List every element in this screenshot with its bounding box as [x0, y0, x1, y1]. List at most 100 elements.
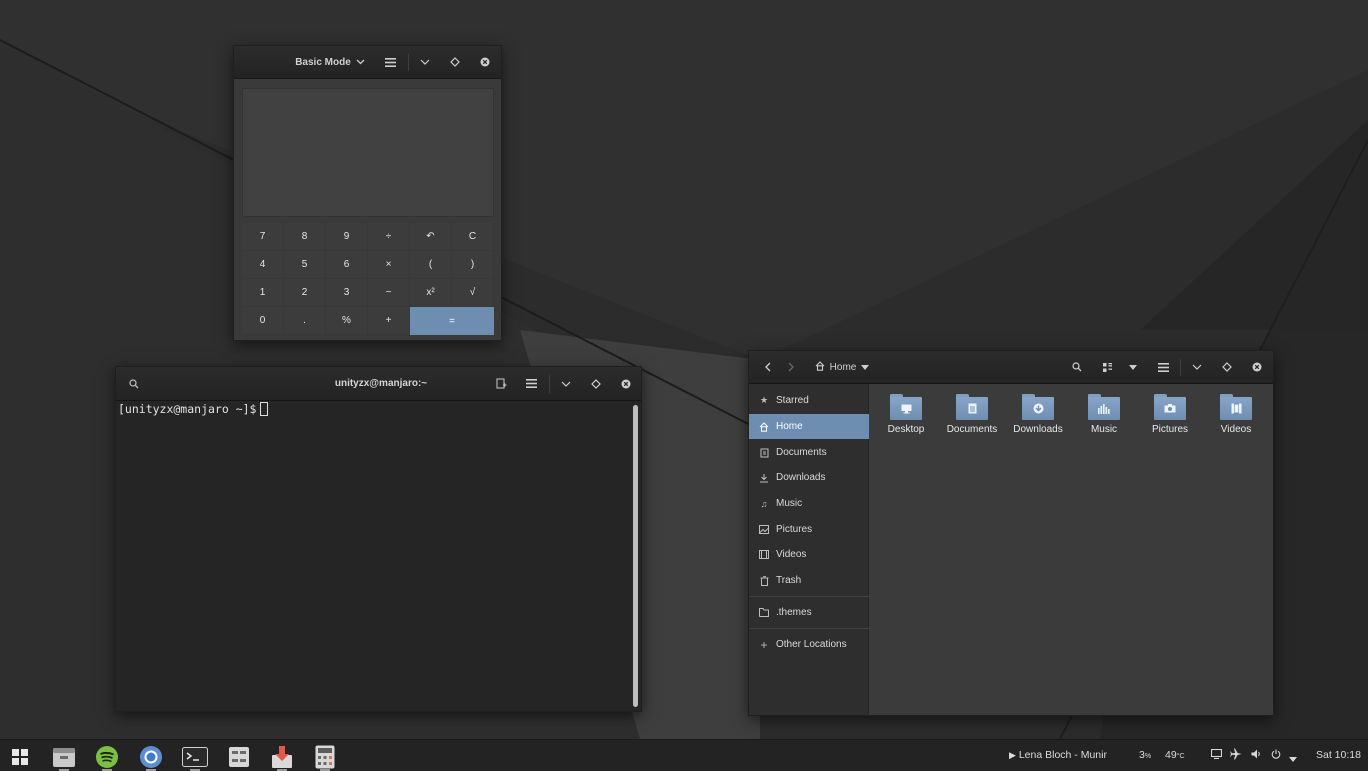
key-2[interactable]: 2: [284, 279, 326, 307]
sidebar-item-home[interactable]: Home: [749, 414, 869, 439]
downloads-icon: [1032, 403, 1044, 414]
sidebar-item-documents[interactable]: Documents: [749, 440, 869, 465]
terminal-body[interactable]: [unityzx@manjaro ~]$: [116, 401, 641, 711]
folder-pictures[interactable]: Pictures: [1137, 394, 1203, 435]
sidebar-item-downloads[interactable]: Downloads: [749, 465, 869, 490]
system-menu-arrow-icon[interactable]: [1289, 753, 1297, 765]
key-9[interactable]: 9: [326, 223, 368, 251]
terminal-scrollbar[interactable]: [633, 405, 638, 707]
folder-music[interactable]: Music: [1071, 394, 1137, 435]
display-icon[interactable]: [1210, 748, 1223, 762]
key-square[interactable]: x²: [410, 279, 452, 307]
key-8[interactable]: 8: [284, 223, 326, 251]
key-equals[interactable]: =: [410, 307, 494, 335]
sidebar-item-themes[interactable]: .themes: [749, 600, 869, 625]
view-options-icon[interactable]: [1123, 351, 1143, 383]
key-open-paren[interactable]: (: [410, 251, 452, 279]
pictures-icon: [759, 525, 769, 535]
close-icon[interactable]: [615, 367, 637, 400]
folder-downloads[interactable]: Downloads: [1005, 394, 1071, 435]
key-undo[interactable]: ↶: [410, 223, 452, 251]
airplane-mode-icon[interactable]: [1230, 748, 1242, 763]
videos-icon: [759, 550, 769, 560]
search-icon[interactable]: [1067, 351, 1087, 383]
view-mode-icon[interactable]: [1097, 351, 1117, 383]
key-divide[interactable]: ÷: [368, 223, 410, 251]
close-icon[interactable]: [474, 46, 496, 78]
sidebar-item-label: Pictures: [776, 524, 813, 535]
folder-desktop[interactable]: Desktop: [873, 394, 939, 435]
key-6[interactable]: 6: [326, 251, 368, 279]
files-icon[interactable]: [49, 743, 79, 771]
sidebar-item-videos[interactable]: Videos: [749, 542, 869, 567]
key-decimal[interactable]: .: [284, 307, 326, 335]
back-icon[interactable]: [757, 351, 777, 383]
menu-icon[interactable]: [379, 46, 401, 78]
close-icon[interactable]: [1246, 351, 1268, 383]
key-close-paren[interactable]: ): [452, 251, 494, 279]
spotify-icon[interactable]: [92, 743, 122, 771]
maximize-icon[interactable]: [444, 46, 466, 78]
file-view: Desktop Documents Downloads Music Pictur…: [870, 384, 1273, 715]
sidebar-item-music[interactable]: ♫ Music: [749, 491, 869, 516]
documents-icon: [966, 403, 978, 414]
sidebar-item-pictures[interactable]: Pictures: [749, 517, 869, 542]
taskbar: ▶ Lena Bloch - Munir 3% 49°C Sat 10:18: [0, 739, 1368, 771]
sidebar-item-trash[interactable]: Trash: [749, 568, 869, 593]
key-percent[interactable]: %: [326, 307, 368, 335]
terminal-icon[interactable]: [180, 743, 210, 771]
sidebar-item-label: Other Locations: [776, 639, 847, 650]
menu-icon[interactable]: [1152, 351, 1174, 383]
music-icon: ♫: [760, 498, 768, 509]
maximize-icon[interactable]: [1216, 351, 1238, 383]
chromium-icon[interactable]: [136, 743, 166, 771]
key-clear[interactable]: C: [452, 223, 494, 251]
folder-videos[interactable]: Videos: [1203, 394, 1269, 435]
maximize-icon[interactable]: [585, 367, 607, 400]
calculator-icon[interactable]: [310, 743, 340, 771]
terminal-titlebar: unityzx@manjaro:~: [116, 367, 641, 401]
clock[interactable]: Sat 10:18: [1316, 749, 1361, 761]
minimize-icon[interactable]: [555, 367, 577, 400]
terminal-title: unityzx@manjaro:~: [334, 378, 428, 389]
key-add[interactable]: +: [368, 307, 410, 335]
minimize-icon[interactable]: [1186, 351, 1208, 383]
titlebar-separator: [1180, 359, 1181, 376]
forward-icon[interactable]: [781, 351, 801, 383]
key-3[interactable]: 3: [326, 279, 368, 307]
minimize-icon[interactable]: [414, 46, 436, 78]
key-5[interactable]: 5: [284, 251, 326, 279]
key-4[interactable]: 4: [242, 251, 284, 279]
mode-selector[interactable]: Basic Mode: [294, 46, 366, 78]
installer-icon[interactable]: [267, 743, 297, 771]
sidebar-separator: [749, 628, 869, 629]
key-0[interactable]: 0: [242, 307, 284, 335]
key-sqrt[interactable]: √: [452, 279, 494, 307]
key-1[interactable]: 1: [242, 279, 284, 307]
now-playing[interactable]: ▶ Lena Bloch - Munir: [1009, 749, 1107, 761]
folder-label: Pictures: [1151, 424, 1189, 435]
search-icon[interactable]: [124, 367, 144, 400]
terminal-prompt: [unityzx@manjaro ~]$: [118, 402, 257, 416]
volume-icon[interactable]: [1251, 749, 1262, 762]
menu-icon[interactable]: [520, 367, 542, 400]
chevron-down-icon: [356, 57, 365, 68]
places-sidebar: ★ Starred Home Documents Downloads ♫ Mus…: [749, 384, 869, 715]
folder-documents[interactable]: Documents: [939, 394, 1005, 435]
cpu-temperature: 49°C: [1165, 749, 1185, 761]
key-multiply[interactable]: ×: [368, 251, 410, 279]
key-7[interactable]: 7: [242, 223, 284, 251]
folder-icon: [759, 608, 769, 618]
power-icon[interactable]: [1271, 749, 1281, 762]
sidebar-item-label: Videos: [776, 549, 807, 560]
settings-icon[interactable]: [224, 743, 254, 771]
calculator-display: [242, 88, 494, 217]
location-button[interactable]: Home: [811, 351, 873, 383]
cpu-usage: 3%: [1139, 749, 1151, 761]
sidebar-item-other-locations[interactable]: + Other Locations: [749, 632, 869, 657]
sidebar-item-starred[interactable]: ★ Starred: [749, 388, 869, 413]
new-tab-icon[interactable]: [490, 367, 512, 400]
music-icon: [1098, 403, 1110, 414]
key-subtract[interactable]: −: [368, 279, 410, 307]
app-grid-icon[interactable]: [5, 743, 35, 771]
